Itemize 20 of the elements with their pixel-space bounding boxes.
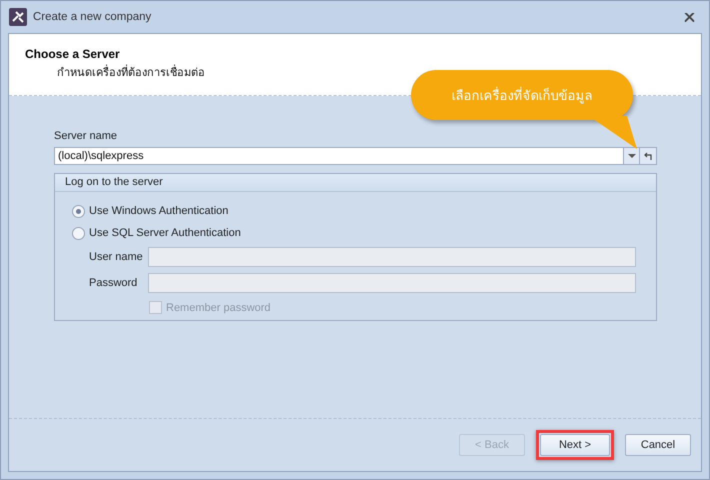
window-title: Create a new company — [33, 11, 152, 23]
dropdown-button[interactable] — [624, 147, 640, 165]
caret-icon — [628, 154, 636, 158]
radio-button[interactable] — [72, 226, 85, 240]
page-title: Choose a Server — [25, 47, 121, 61]
wizard-button[interactable]: Next > — [540, 434, 610, 456]
radio-label[interactable]: Use Windows Authentication — [89, 205, 228, 217]
refresh-button[interactable] — [640, 147, 657, 165]
return-arrow-icon — [644, 152, 652, 160]
radio-label[interactable]: Use SQL Server Authentication — [89, 227, 241, 239]
server-name-field[interactable]: (local)\sqlexpress — [54, 147, 624, 165]
field-label: Server name — [54, 130, 118, 142]
app-icon — [9, 8, 27, 26]
group-title: Log on to the server — [55, 174, 656, 192]
field-label: User name — [89, 251, 144, 263]
field-label: Password — [89, 277, 138, 289]
radio-button[interactable] — [72, 204, 85, 218]
wizard-button[interactable]: Cancel — [625, 434, 691, 456]
close-icon[interactable] — [684, 12, 695, 22]
checkbox-label: Remember password — [166, 302, 271, 314]
